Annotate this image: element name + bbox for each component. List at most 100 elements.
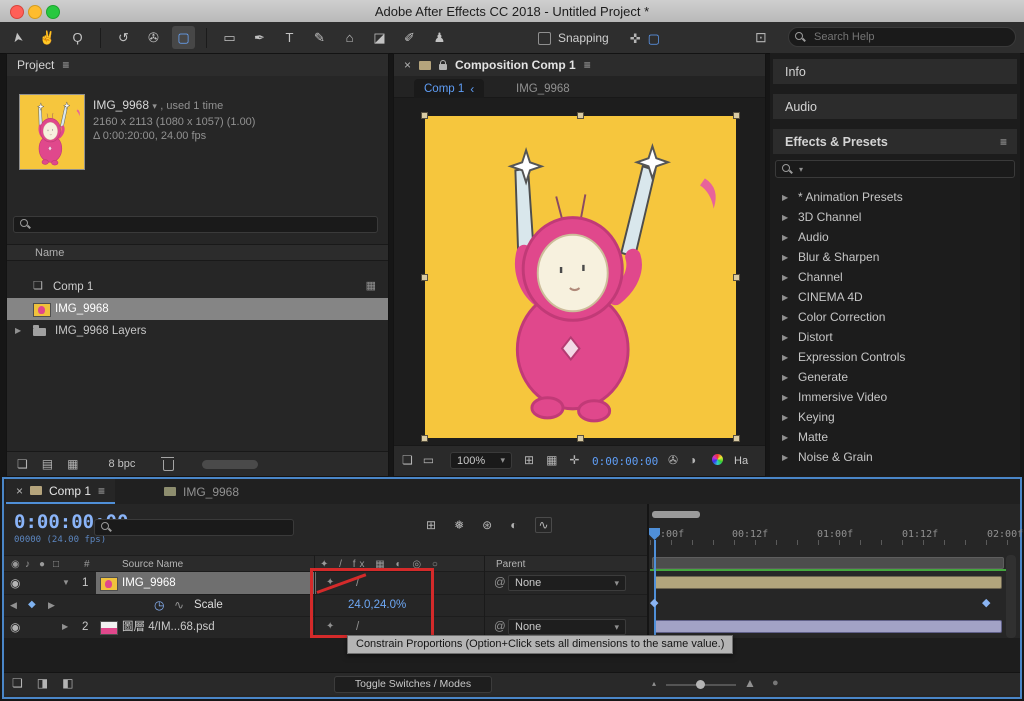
clone-stamp-tool[interactable]: ⌂ (338, 26, 361, 49)
selection-handle[interactable] (421, 112, 428, 119)
parent-dropdown[interactable]: None ▾ (508, 575, 626, 591)
project-row-comp1[interactable]: ❏ Comp 1 ▦ (7, 276, 388, 298)
always-preview-icon[interactable]: ❏ (402, 454, 413, 466)
unified-camera-tool[interactable]: ✇ (142, 26, 165, 49)
viewer-tab-img9968[interactable]: IMG_9968 (506, 79, 580, 98)
category-audio[interactable]: ▶Audio (770, 227, 1020, 247)
rotation-tool[interactable]: ↺ (112, 26, 135, 49)
keyframe-toggle-icon[interactable]: ◆ (28, 594, 36, 616)
resolution-select[interactable]: Ha (734, 455, 748, 467)
project-scroll-pill[interactable] (202, 460, 258, 469)
composition-panel-header[interactable]: × Composition Comp 1 ≡ (394, 54, 765, 76)
back-arrow-icon[interactable]: ‹ (470, 82, 474, 96)
transparency-grid-icon[interactable]: ▦ (546, 454, 557, 466)
twirl-open-icon[interactable]: ▼ (62, 572, 70, 594)
audio-icon[interactable]: ♪ (25, 559, 30, 570)
channel-color-icon[interactable] (712, 454, 723, 465)
category-blur-sharpen[interactable]: ▶Blur & Sharpen (770, 247, 1020, 267)
twirl-closed-icon[interactable]: ▶ (62, 616, 68, 638)
parent-column[interactable]: Parent (496, 559, 525, 570)
timeline-scrollbar[interactable] (1006, 555, 1016, 638)
project-flowchart-icon[interactable]: ▦ (67, 458, 78, 470)
snap-frame-icon[interactable]: ▢ (648, 32, 660, 45)
time-ruler[interactable]: 0:00f 00:12f 01:00f 01:12f 02:00f (650, 525, 1010, 545)
info-panel-header[interactable]: Info (773, 59, 1017, 84)
effects-search-field[interactable]: ▾ (775, 160, 1015, 178)
snap-edges-icon[interactable]: ✜ (630, 32, 641, 45)
project-search-field[interactable] (13, 216, 378, 233)
stopwatch-icon[interactable]: ◷ (154, 594, 164, 616)
selection-handle[interactable] (733, 274, 740, 281)
selection-handle[interactable] (577, 112, 584, 119)
timeline-zoom-slider-thumb[interactable] (696, 680, 705, 689)
layer-1-duration-bar[interactable] (654, 576, 1002, 589)
close-icon[interactable]: × (404, 59, 411, 71)
composition-canvas[interactable] (425, 116, 736, 438)
lock-column-icon[interactable]: □ (53, 559, 59, 570)
graph-editor-icon[interactable]: ∿ (535, 517, 551, 533)
comp-button-dot-icon[interactable]: ● (772, 677, 779, 689)
audio-panel-header[interactable]: Audio (773, 94, 1017, 119)
effects-presets-panel-header[interactable]: Effects & Presets ≡ (773, 129, 1017, 154)
selection-handle[interactable] (421, 274, 428, 281)
selection-tool[interactable]: ➤ (4, 24, 31, 51)
selection-handle[interactable] (733, 435, 740, 442)
category-matte[interactable]: ▶Matte (770, 427, 1020, 447)
frame-blending-icon[interactable]: ⊛ (482, 519, 492, 531)
category-channel[interactable]: ▶Channel (770, 267, 1020, 287)
show-snapshot-icon[interactable]: ◑ (689, 454, 696, 466)
help-search-input[interactable] (812, 30, 1009, 44)
draft-3d-icon[interactable]: ❅ (454, 519, 464, 531)
lock-icon[interactable] (439, 64, 447, 70)
category-immersive-video[interactable]: ▶Immersive Video (770, 387, 1020, 407)
new-folder-icon[interactable]: ▤ (42, 458, 53, 470)
parent-dropdown[interactable]: None ▾ (508, 619, 626, 635)
pen-tool[interactable]: ✒ (248, 26, 271, 49)
timeline-search-input[interactable] (118, 521, 287, 535)
close-icon[interactable]: × (16, 485, 23, 497)
parent-pickwhip-icon[interactable]: @ (494, 572, 506, 594)
toggle-switches-modes-button[interactable]: Toggle Switches / Modes (334, 676, 492, 693)
eye-icon[interactable]: ◉ (10, 572, 20, 594)
panel-menu-icon[interactable]: ≡ (584, 59, 591, 71)
snapping-checkbox[interactable] (538, 32, 551, 45)
brush-tool[interactable]: ✎ (308, 26, 331, 49)
timeline-navigator-bar[interactable] (652, 511, 700, 518)
category-color-correction[interactable]: ▶Color Correction (770, 307, 1020, 327)
category-distort[interactable]: ▶Distort (770, 327, 1020, 347)
keyframe-previous-icon[interactable]: ◀ (10, 594, 17, 616)
grid-guides-icon[interactable]: ⊞ (524, 454, 534, 466)
help-search-field[interactable] (788, 27, 1016, 47)
composition-mini-flowchart-icon[interactable]: ⊞ (426, 519, 436, 531)
magnification-select[interactable]: 100% ▾ (450, 452, 512, 469)
project-row-img9968-layers[interactable]: ▶ IMG_9968 Layers (7, 320, 388, 342)
project-panel-header[interactable]: Project ≡ (7, 54, 388, 76)
work-area-bar[interactable] (652, 557, 1004, 569)
trash-icon[interactable] (163, 460, 174, 471)
main-viewer-icon[interactable]: ▭ (423, 454, 434, 466)
twirl-closed-icon[interactable]: ▶ (15, 320, 21, 342)
category-expression-controls[interactable]: ▶Expression Controls (770, 347, 1020, 367)
eye-icon[interactable]: ◉ (10, 616, 20, 638)
selection-handle[interactable] (577, 435, 584, 442)
toggle-functions-pane-icon[interactable]: ❏ (12, 677, 23, 689)
selection-handle[interactable] (421, 435, 428, 442)
panel-settings-icon[interactable]: ⊡ (755, 30, 767, 44)
layer-name[interactable]: IMG_9968 (122, 572, 176, 594)
panel-menu-icon[interactable]: ≡ (98, 485, 105, 497)
pan-behind-tool[interactable]: ▢ (172, 26, 195, 49)
panel-menu-icon[interactable]: ≡ (1000, 136, 1007, 148)
source-name-column[interactable]: Source Name (122, 559, 183, 570)
effects-search-input[interactable] (809, 162, 1008, 176)
keyframe-diamond[interactable]: ◆ (650, 596, 658, 609)
graph-icon[interactable]: ∿ (174, 594, 184, 616)
composition-viewport[interactable] (394, 98, 765, 446)
hand-tool[interactable]: ✌ (36, 26, 59, 49)
zoom-in-mountain-icon[interactable]: ▲ (744, 676, 756, 690)
eye-icon[interactable]: ◉ (11, 559, 20, 570)
layer-number-column[interactable]: # (84, 559, 90, 570)
solo-icon[interactable]: ● (39, 559, 45, 570)
keyframe-diamond[interactable]: ◆ (982, 596, 990, 609)
category-noise-grain[interactable]: ▶Noise & Grain (770, 447, 1020, 467)
playhead-line[interactable] (654, 540, 656, 638)
